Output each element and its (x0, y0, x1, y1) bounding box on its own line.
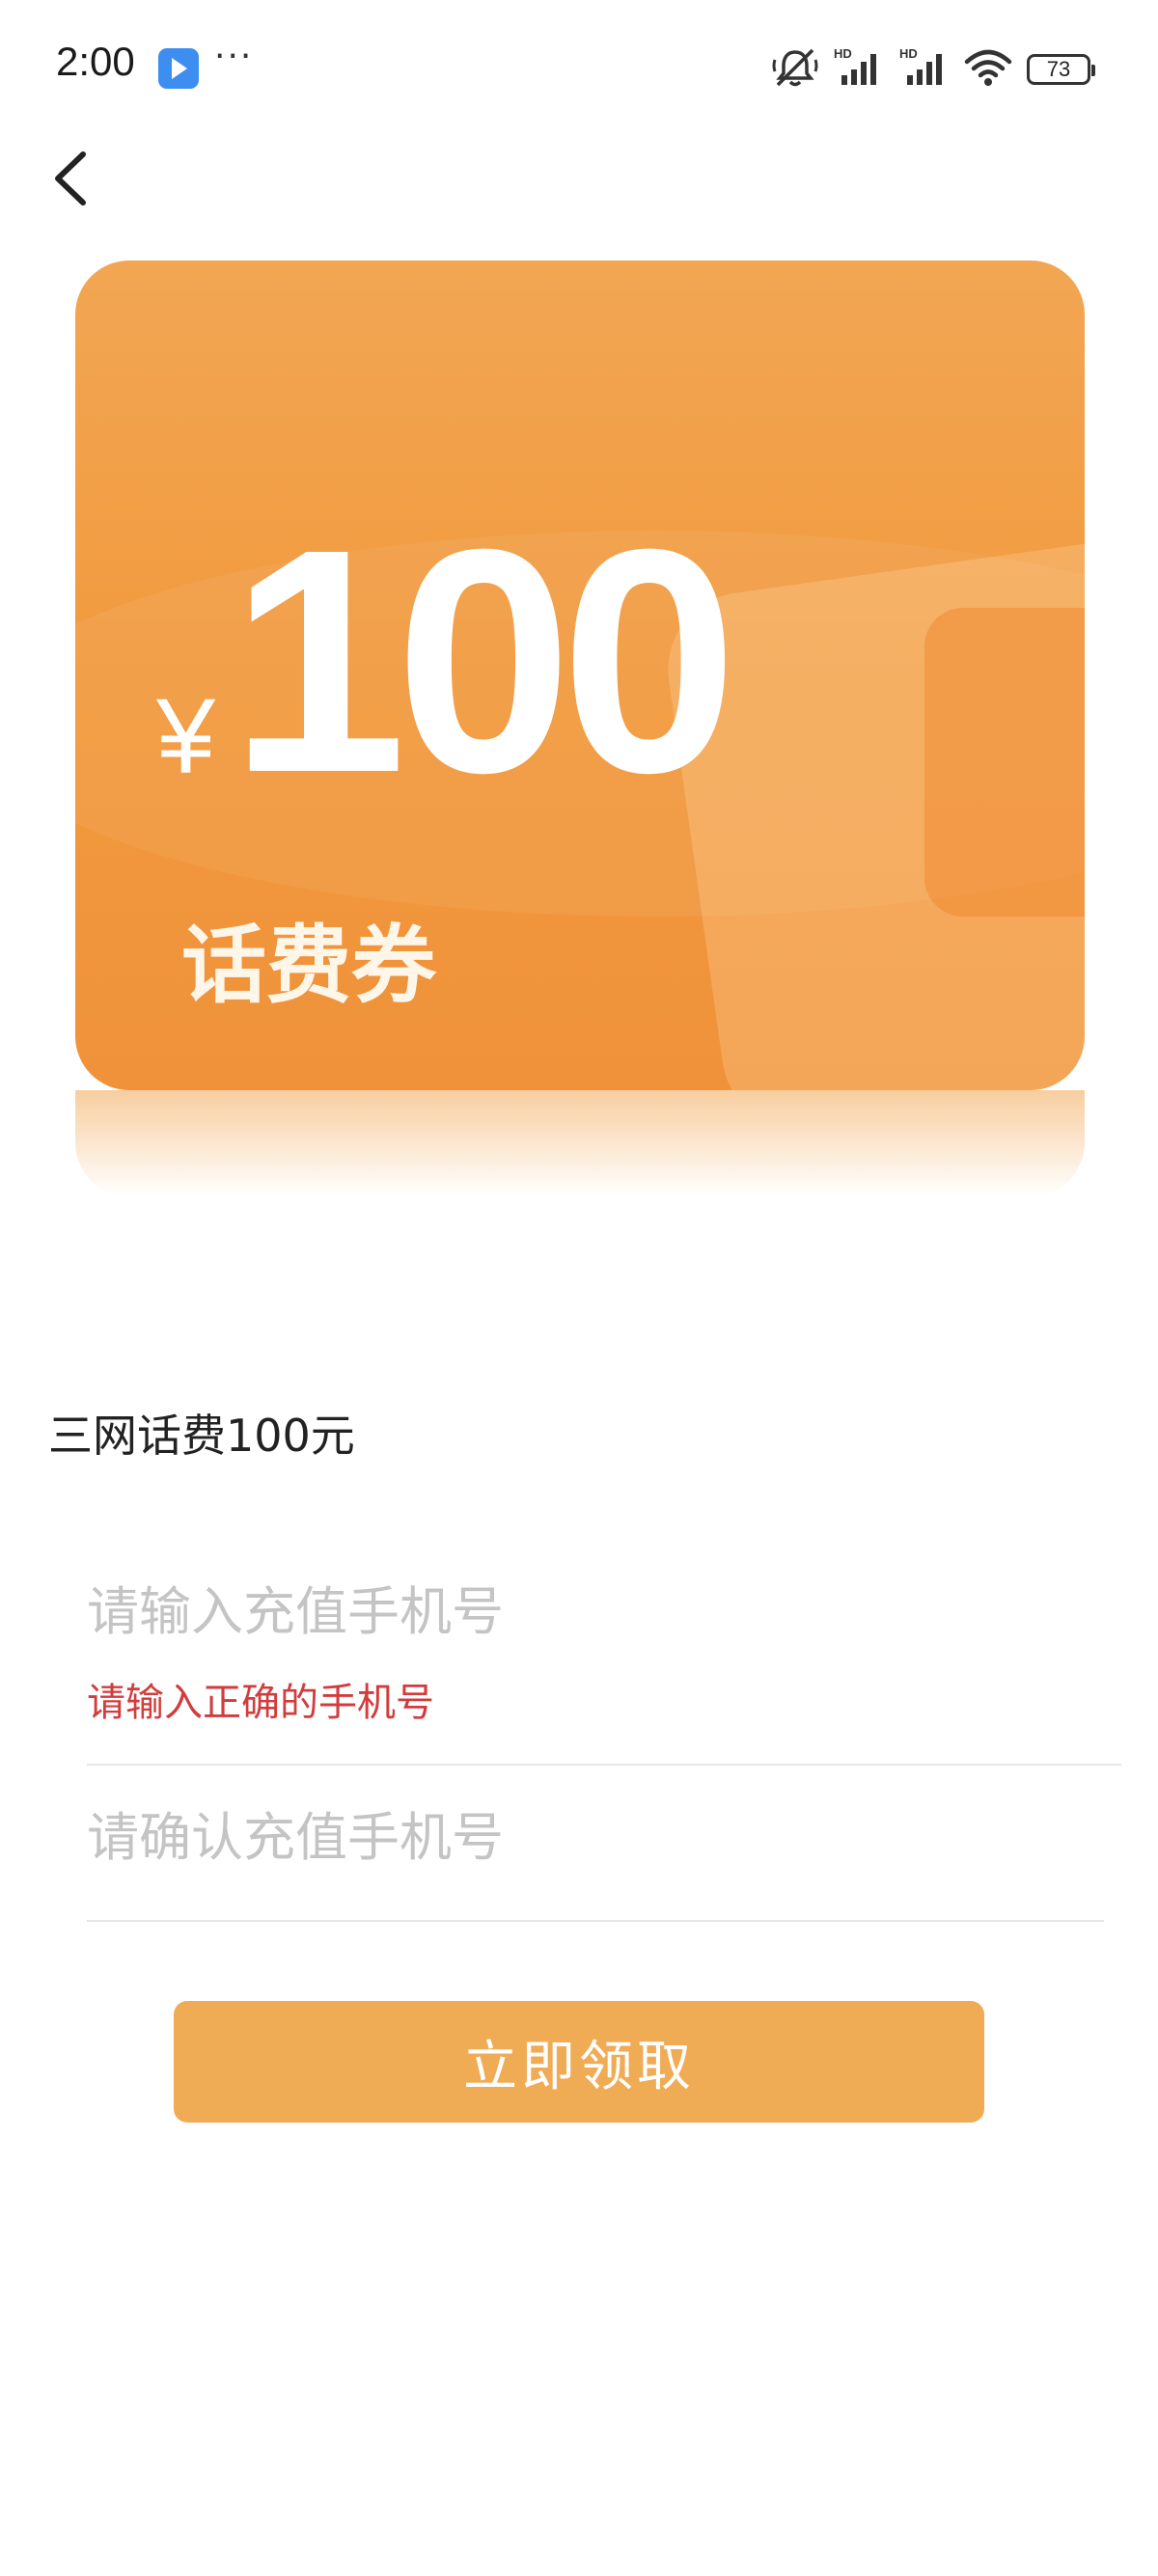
coupon-amount: 100 (230, 482, 738, 838)
coupon-reflection (75, 1090, 1085, 1196)
mute-icon (772, 46, 818, 93)
back-button[interactable] (44, 145, 102, 212)
coupon-currency: ¥ (156, 677, 216, 796)
wifi-icon (963, 46, 1013, 93)
coupon-image: ¥ 100 话费券 (75, 260, 1085, 1196)
chevron-left-icon (55, 151, 86, 206)
product-name: 三网话费100元 (48, 1410, 355, 1462)
more-notifications-icon: ··· (214, 37, 254, 76)
coupon-card-decoration (924, 608, 1085, 917)
status-indicators: HD HD 73 (772, 46, 1095, 93)
coupon-card: ¥ 100 话费券 (75, 260, 1085, 1090)
svg-text:HD: HD (899, 46, 918, 61)
confirm-phone-input[interactable] (87, 1798, 1119, 1876)
battery-icon: 73 (1027, 54, 1095, 85)
divider (87, 1920, 1104, 1922)
phone-error-message: 请输入正确的手机号 (87, 1681, 434, 1725)
app-notification-icon (158, 48, 199, 89)
divider (87, 1764, 1121, 1766)
coupon-label: 话费券 (181, 916, 437, 1015)
status-time: 2:00 (56, 39, 135, 84)
signal-hd-icon: HD (897, 46, 950, 93)
claim-now-button[interactable]: 立即领取 (174, 2001, 984, 2123)
status-bar: 2:00 ··· HD HD 73 (0, 0, 1158, 135)
signal-hd-icon: HD (832, 46, 884, 93)
phone-input[interactable] (87, 1573, 1119, 1650)
svg-text:HD: HD (834, 46, 852, 61)
